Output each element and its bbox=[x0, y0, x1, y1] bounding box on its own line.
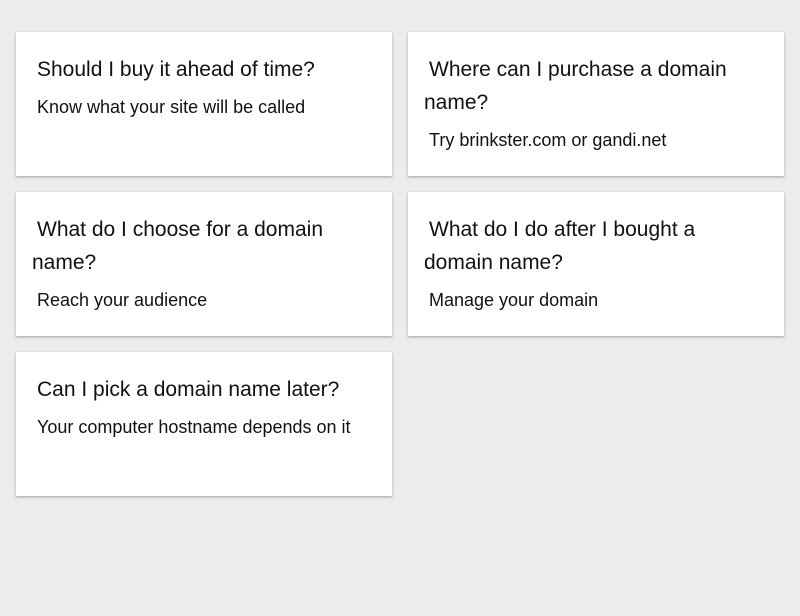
faq-answer: Know what your site will be called bbox=[37, 97, 306, 117]
faq-card: What do I do after I bought a domain nam… bbox=[408, 192, 784, 336]
faq-card: Should I buy it ahead of time? Know what… bbox=[16, 32, 392, 176]
faq-question: Can I pick a domain name later? bbox=[37, 378, 340, 401]
faq-answer: Your computer hostname depends on it bbox=[37, 417, 351, 437]
faq-card: What do I choose for a domain name? Reac… bbox=[16, 192, 392, 336]
faq-question: Should I buy it ahead of time? bbox=[37, 58, 315, 81]
faq-card-grid: Should I buy it ahead of time? Know what… bbox=[16, 32, 784, 496]
faq-answer: Try brinkster.com or gandi.net bbox=[429, 130, 667, 150]
faq-question: What do I choose for a domain name? bbox=[32, 218, 323, 274]
faq-card: Can I pick a domain name later? Your com… bbox=[16, 352, 392, 496]
faq-answer: Reach your audience bbox=[37, 290, 208, 310]
faq-question: Where can I purchase a domain name? bbox=[424, 58, 727, 114]
faq-question: What do I do after I bought a domain nam… bbox=[424, 218, 696, 274]
faq-answer: Manage your domain bbox=[429, 290, 599, 310]
faq-card: Where can I purchase a domain name? Try … bbox=[408, 32, 784, 176]
